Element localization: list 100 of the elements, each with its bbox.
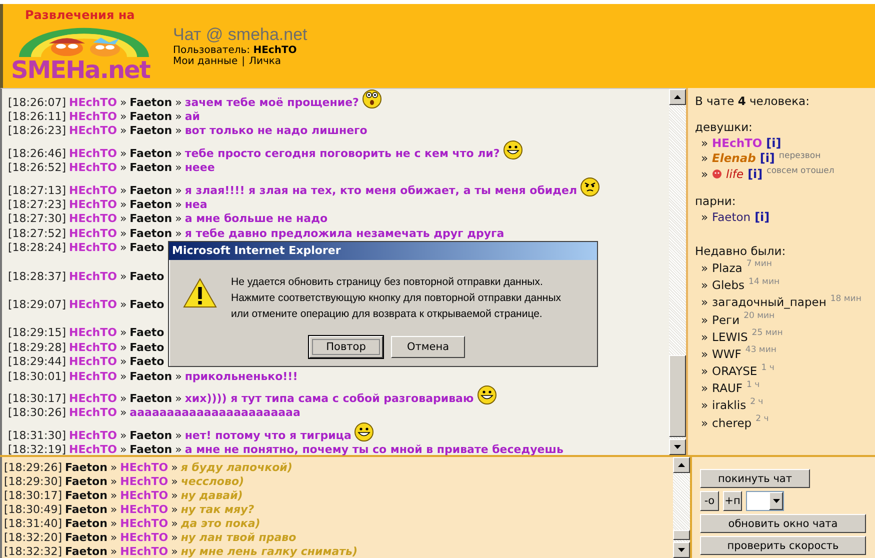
- recipient-name[interactable]: Faeton: [130, 124, 172, 138]
- message-text: да это пока): [180, 517, 260, 530]
- message-time: [18:26:23]: [8, 124, 66, 138]
- user-nick[interactable]: HEchTO: [120, 461, 168, 474]
- recipient-name[interactable]: Faeton: [130, 428, 172, 442]
- user-nick[interactable]: HEchTO: [120, 544, 168, 558]
- user-nick[interactable]: HEchTO: [120, 503, 168, 516]
- leave-chat-button[interactable]: покинуть чат: [700, 469, 810, 488]
- user-nick[interactable]: HEchTO: [69, 96, 117, 109]
- refresh-chat-button[interactable]: обновить окно чата: [700, 514, 866, 533]
- user-nick[interactable]: HEchTO: [712, 136, 762, 150]
- minus-button[interactable]: -о: [700, 491, 719, 511]
- sender-name[interactable]: Faeton: [65, 461, 108, 474]
- sender-name[interactable]: Faeton: [65, 503, 108, 516]
- dropdown[interactable]: [746, 491, 784, 511]
- user-nick[interactable]: HEchTO: [120, 530, 168, 544]
- sender-name[interactable]: Faeton: [65, 530, 108, 544]
- user-nick[interactable]: HEchTO: [69, 355, 117, 368]
- scrollbar[interactable]: [673, 457, 690, 558]
- user-nick[interactable]: HEchTO: [69, 370, 117, 383]
- user-nick[interactable]: Реги: [712, 312, 740, 327]
- recipient-name[interactable]: Faeton: [130, 96, 172, 109]
- sender-name[interactable]: Faeton: [65, 475, 108, 488]
- user-nick[interactable]: HEchTO: [69, 298, 117, 311]
- dialog-button[interactable]: Отмена: [391, 336, 465, 358]
- scroll-down-button[interactable]: [673, 542, 690, 558]
- user-nick[interactable]: life: [726, 166, 744, 181]
- user-nick[interactable]: RAUF: [712, 381, 742, 396]
- recipient-name[interactable]: Faeton: [130, 161, 172, 174]
- user-nick[interactable]: cherep: [712, 416, 752, 430]
- user-nick[interactable]: загадочный_парен: [712, 295, 826, 310]
- recipient-name[interactable]: Faeto: [130, 241, 164, 254]
- scroll-up-button[interactable]: [673, 457, 690, 473]
- user-nick[interactable]: HEchTO: [69, 428, 117, 442]
- scroll-down-button[interactable]: [669, 439, 686, 455]
- user-nick[interactable]: HEchTO: [69, 270, 117, 283]
- user-nick[interactable]: Plaza: [712, 260, 742, 275]
- user-nick[interactable]: Glebs: [712, 278, 745, 292]
- user-nick[interactable]: HEchTO: [69, 226, 117, 240]
- recipient-name[interactable]: Faeton: [130, 146, 172, 160]
- info-link[interactable]: [i]: [766, 136, 782, 150]
- scroll-thumb[interactable]: [669, 355, 686, 437]
- user-nick[interactable]: HEchTO: [120, 489, 168, 502]
- user-nick[interactable]: HEchTO: [69, 340, 117, 354]
- dialog-button[interactable]: Повтор: [309, 336, 383, 358]
- sender-name[interactable]: Faeton: [65, 517, 108, 530]
- info-link[interactable]: [i]: [754, 210, 770, 224]
- scroll-up-button[interactable]: [669, 89, 686, 105]
- scroll-thumb[interactable]: [673, 530, 690, 540]
- user-nick[interactable]: HEchTO: [69, 241, 117, 254]
- user-nick[interactable]: HEchTO: [69, 124, 117, 138]
- header-link[interactable]: Мои данные: [173, 56, 238, 67]
- recipient-name[interactable]: Faeton: [130, 392, 172, 405]
- user-nick[interactable]: WWF: [712, 346, 742, 361]
- recipient-name[interactable]: Faeton: [130, 370, 172, 383]
- user-nick[interactable]: HEchTO: [69, 146, 117, 160]
- recipient-name[interactable]: Faeton: [130, 110, 172, 124]
- dialog-title: Microsoft Internet Explorer: [169, 242, 597, 260]
- user-nick[interactable]: HEchTO: [69, 198, 117, 212]
- info-link[interactable]: [i]: [748, 166, 763, 181]
- user-nick[interactable]: HEchTO: [69, 326, 117, 340]
- header-link[interactable]: Личка: [248, 56, 282, 67]
- user-nick[interactable]: Faeton: [712, 210, 751, 224]
- user-nick[interactable]: LEWIS: [712, 330, 748, 344]
- recipient-name[interactable]: Faeton: [130, 226, 172, 240]
- time-ago: 43 мин: [745, 345, 776, 356]
- speed-test-button[interactable]: проверить скорость: [700, 536, 866, 555]
- message-time: [18:29:44]: [8, 355, 66, 368]
- recipient-name[interactable]: Faeto: [130, 298, 164, 311]
- user-nick[interactable]: HEchTO: [69, 184, 117, 197]
- dialog-message: Не удается обновить страницу без повторной отправки данных. Нажмите соответствующую кнопку для повторной отправки данных или отмените операцию для возврата к открываемой странице.: [231, 275, 562, 322]
- separator-glyph: »: [175, 161, 182, 174]
- user-nick[interactable]: HEchTO: [69, 161, 117, 174]
- sender-name[interactable]: Faeton: [65, 489, 108, 502]
- recipient-name[interactable]: Faeto: [130, 340, 164, 354]
- scrollbar[interactable]: [669, 89, 686, 455]
- info-link[interactable]: [i]: [760, 151, 775, 166]
- user-nick[interactable]: iraklis: [712, 398, 746, 412]
- recipient-name[interactable]: Faeton: [130, 198, 172, 212]
- recipient-name[interactable]: Faeton: [130, 212, 172, 226]
- separator-glyph: »: [120, 443, 127, 456]
- recipient-name[interactable]: Faeton: [130, 184, 172, 197]
- user-nick[interactable]: ORAYSE: [712, 364, 758, 378]
- plus-button[interactable]: +п: [723, 491, 742, 511]
- recipient-name[interactable]: Faeton: [130, 443, 172, 456]
- message-time: [18:29:30]: [4, 475, 62, 488]
- user-nick[interactable]: HEchTO: [120, 517, 168, 530]
- recipient-name[interactable]: Faeto: [130, 355, 164, 368]
- recipient-name[interactable]: Faeto: [130, 326, 164, 340]
- sender-name[interactable]: Faeton: [65, 544, 108, 558]
- user-nick[interactable]: HEchTO: [69, 443, 117, 456]
- warning-icon: [183, 278, 217, 308]
- message-time: [18:26:46]: [8, 146, 66, 160]
- time-ago: 2 ч: [756, 414, 769, 424]
- user-nick[interactable]: HEchTO: [69, 110, 117, 124]
- user-nick[interactable]: HEchTO: [120, 475, 168, 488]
- user-nick[interactable]: HEchTO: [69, 392, 117, 405]
- user-nick[interactable]: HEchTO: [69, 212, 117, 226]
- user-nick[interactable]: HEchTO: [69, 406, 117, 420]
- recipient-name[interactable]: Faeto: [130, 270, 164, 283]
